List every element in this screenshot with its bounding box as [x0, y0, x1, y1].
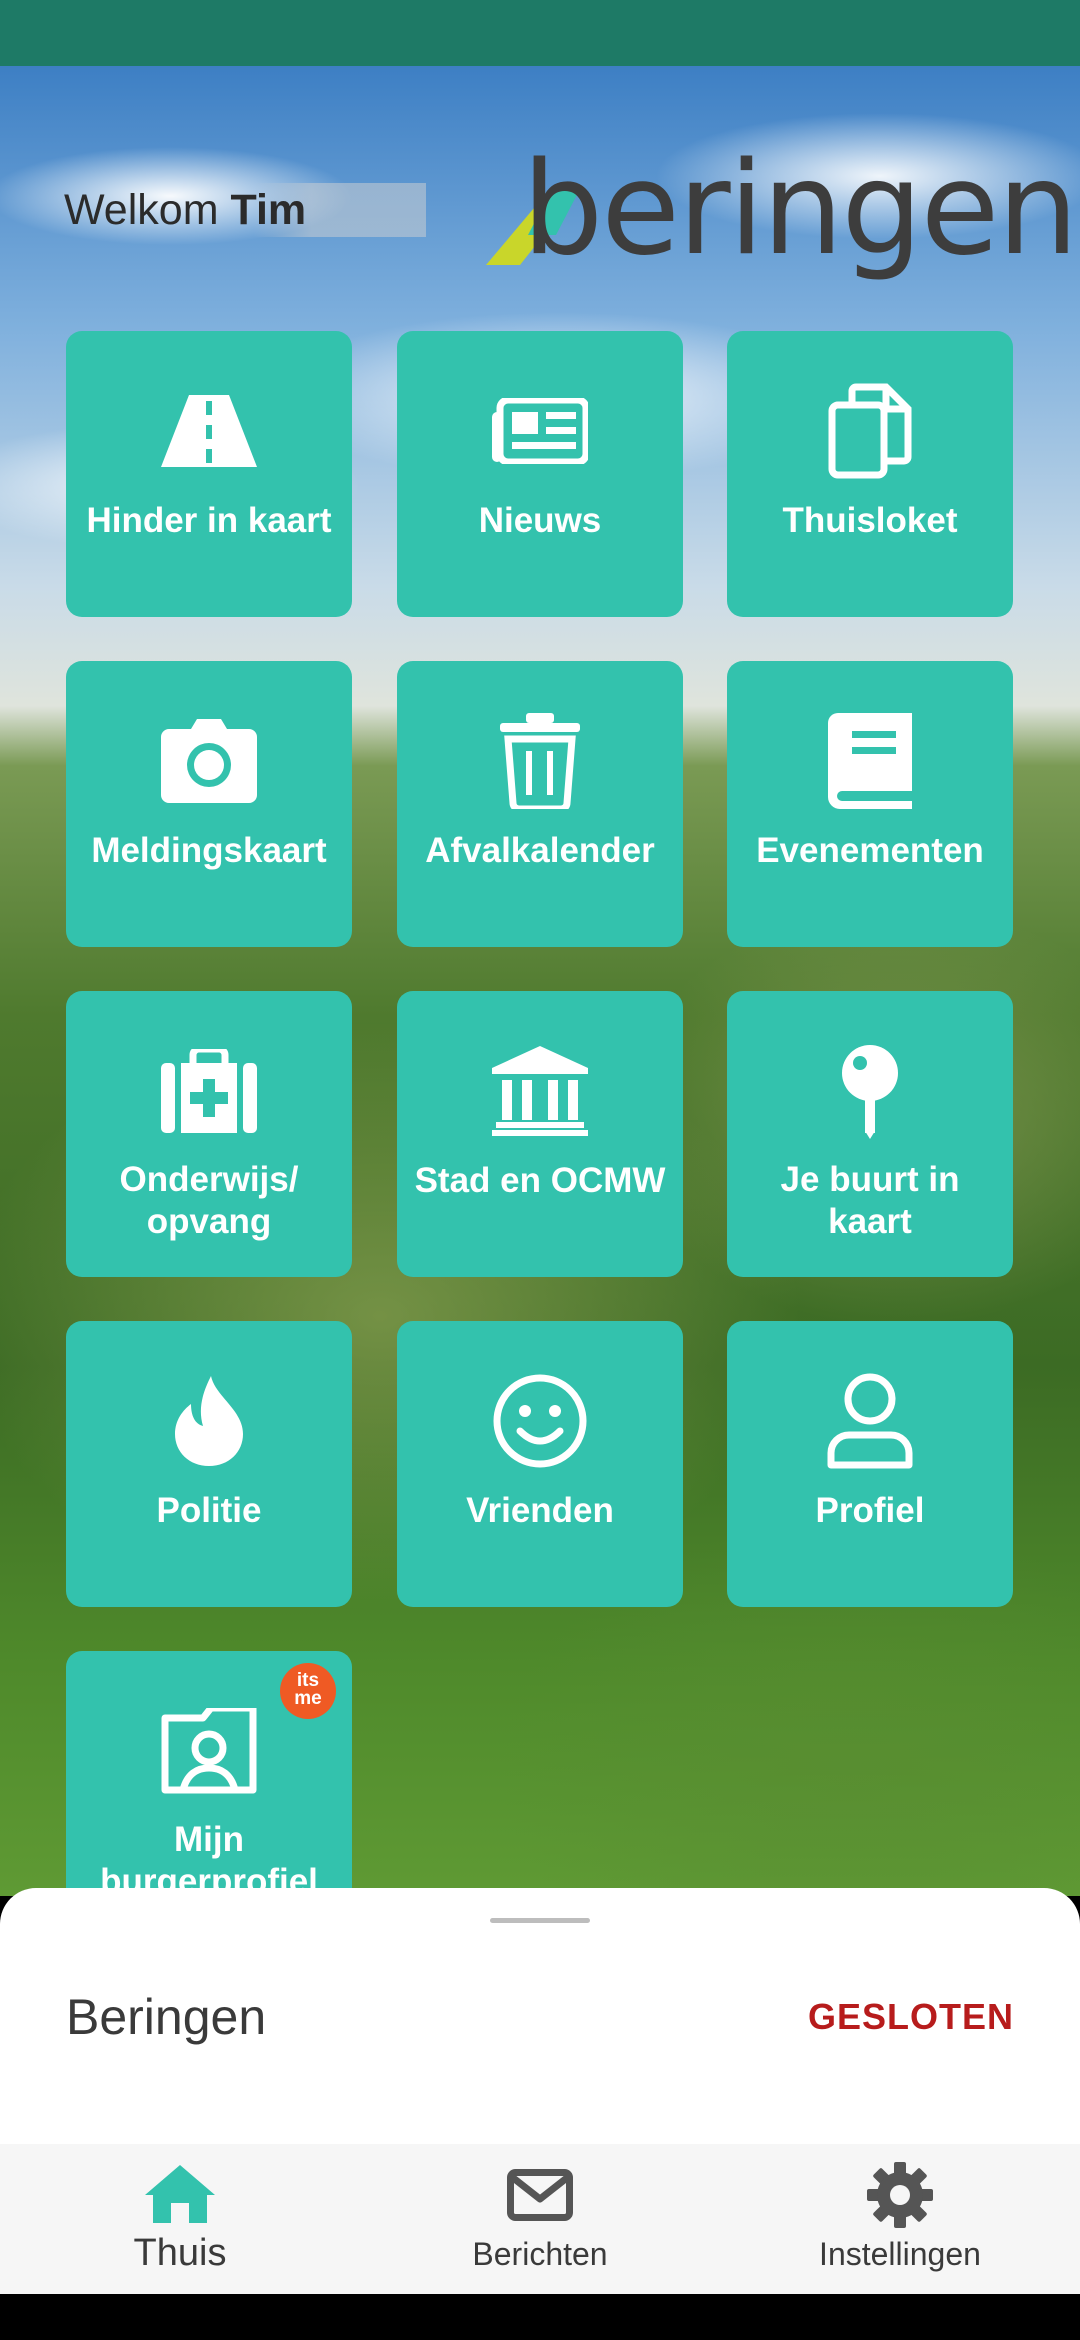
smiley-icon [397, 1371, 683, 1471]
tile-label: Profiel [815, 1491, 925, 1530]
book-icon [727, 711, 1013, 811]
tile-label: Onderwijs/ opvang [119, 1160, 299, 1241]
nav-item-instellingen[interactable]: Instellingen [720, 2144, 1080, 2294]
welcome-prefix: Welkom [64, 186, 231, 234]
nav-label: Berichten [472, 2236, 608, 2272]
badge-line-2: me [294, 1688, 322, 1709]
itsme-badge: its me [280, 1663, 336, 1719]
tile-label: Evenementen [756, 831, 984, 870]
tile-label: Nieuws [478, 501, 602, 540]
beringen-logo: beringen [480, 135, 1078, 285]
newspaper-icon [397, 381, 683, 481]
sheet-drag-handle[interactable] [490, 1918, 590, 1923]
nav-item-thuis[interactable]: Thuis [0, 2144, 360, 2294]
tile-label: Stad en OCMW [414, 1161, 666, 1200]
flame-icon [66, 1371, 352, 1471]
tile-label: Je buurt in kaart [780, 1160, 960, 1241]
first-aid-kit-icon [66, 1041, 352, 1141]
tile-label: Meldingskaart [91, 831, 327, 870]
tile-vrienden[interactable]: Vrienden [397, 1321, 683, 1607]
tile-label: Vrienden [466, 1491, 614, 1530]
tile-label: Thuisloket [782, 501, 958, 540]
tile-politie[interactable]: Politie [66, 1321, 352, 1607]
tile-profiel[interactable]: Profiel [727, 1321, 1013, 1607]
road-icon [66, 381, 352, 481]
logo-text: beringen [522, 135, 1078, 284]
bottom-navigation: Thuis Berichten Instellingen [0, 2144, 1080, 2294]
tile-label: Afvalkalender [425, 831, 655, 870]
tile-onderwijs-opvang[interactable]: Onderwijs/ opvang [66, 991, 352, 1277]
tile-label: Politie [156, 1491, 262, 1530]
system-navigation-bar [0, 2294, 1080, 2340]
trash-icon [397, 711, 683, 811]
tile-evenementen[interactable]: Evenementen [727, 661, 1013, 947]
tile-label: Hinder in kaart [86, 501, 332, 540]
map-pin-icon [727, 1041, 1013, 1141]
tile-meldingskaart[interactable]: Meldingskaart [66, 661, 352, 947]
nav-item-berichten[interactable]: Berichten [360, 2144, 720, 2294]
nav-label: Instellingen [819, 2236, 981, 2272]
tile-je-buurt-in-kaart[interactable]: Je buurt in kaart [727, 991, 1013, 1277]
gear-icon [720, 2162, 1080, 2228]
copy-documents-icon [727, 381, 1013, 481]
mail-icon [360, 2162, 720, 2228]
status-bar [0, 0, 1080, 66]
nav-label: Thuis [133, 2232, 227, 2274]
user-name: Tim [230, 186, 307, 234]
town-hall-icon [397, 1041, 683, 1141]
sheet-title: Beringen [66, 1989, 267, 2045]
camera-icon [66, 711, 352, 811]
status-badge: GESLOTEN [807, 1996, 1014, 2037]
tile-hinder-in-kaart[interactable]: Hinder in kaart [66, 331, 352, 617]
user-icon [727, 1371, 1013, 1471]
home-icon [0, 2162, 360, 2228]
tile-thuisloket[interactable]: Thuisloket [727, 331, 1013, 617]
tile-afvalkalender[interactable]: Afvalkalender [397, 661, 683, 947]
welcome-message: Welkom Tim [44, 183, 426, 237]
tile-stad-en-ocmw[interactable]: Stad en OCMW [397, 991, 683, 1277]
tile-nieuws[interactable]: Nieuws [397, 331, 683, 617]
location-bottom-sheet[interactable]: Beringen GESLOTEN [0, 1888, 1080, 2144]
